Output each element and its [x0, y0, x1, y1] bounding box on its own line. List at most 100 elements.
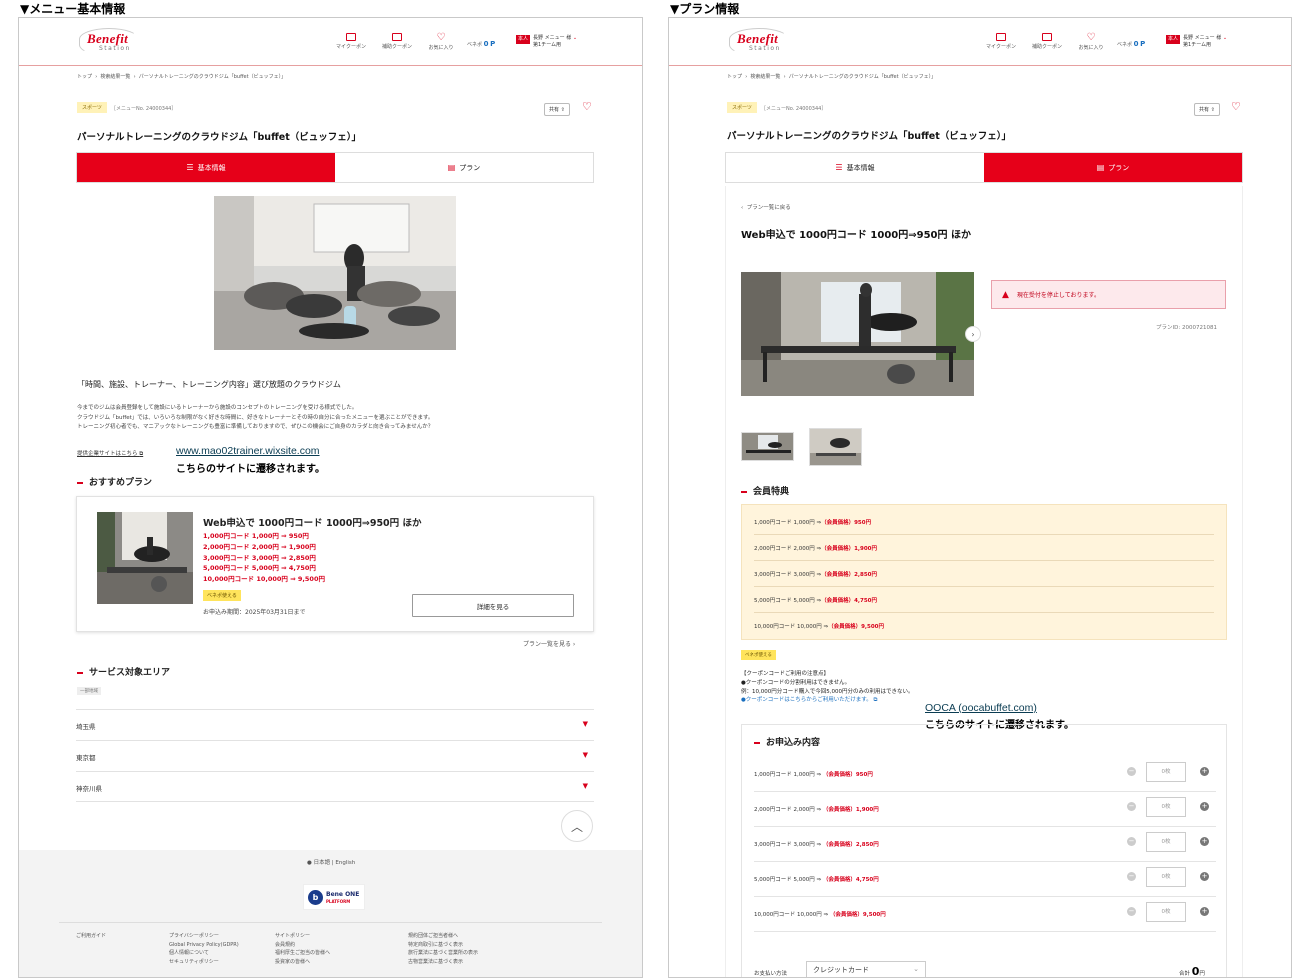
footer-link[interactable]: 投資家の皆様へ	[275, 958, 330, 967]
nav-label: 補助クーポン	[1031, 44, 1062, 50]
price-line: 3,000円コード 3,000円 ⇒ 2,850円	[203, 553, 316, 562]
favorite-heart-icon[interactable]: ♡	[582, 100, 592, 113]
benefit-price: （会員価格）9,500円	[828, 624, 885, 630]
footer-link[interactable]: Global Privacy Policy(GDPR)	[169, 941, 239, 950]
user-suffix: 様	[1216, 35, 1222, 41]
nav-favorites[interactable]: ♡ お気に入り	[423, 33, 459, 52]
footer-link[interactable]: セキュリティポリシー	[169, 958, 239, 967]
breadcrumb-top[interactable]: トップ	[77, 74, 92, 80]
plan-main-photo	[741, 272, 974, 396]
tab-basic-info[interactable]: ☰ 基本情報	[77, 153, 335, 182]
coupon-site-link[interactable]: ●クーポンコードはこちらからご利用いただけます。 ⧉	[741, 696, 914, 705]
scroll-to-top-button[interactable]: ︿	[561, 810, 593, 842]
application-heading: お申込み内容	[754, 735, 820, 748]
apply-code: 5,000円コード 5,000円 ⇒	[754, 877, 823, 883]
view-details-button[interactable]: 詳細を見る	[412, 594, 574, 617]
minus-icon[interactable]: −	[1127, 802, 1136, 811]
plus-icon[interactable]: +	[1200, 907, 1209, 916]
nav-label: お気に入り	[428, 45, 454, 51]
nav-subsidy-coupon[interactable]: 補助クーポン	[379, 33, 415, 50]
footer-link[interactable]: 古物営業法に基づく表示	[408, 958, 478, 967]
share-button[interactable]: 共有 ⇪	[544, 103, 570, 116]
gym-photo	[214, 196, 456, 350]
footer-link[interactable]: 福利厚生ご担当の皆様へ	[275, 949, 330, 958]
tab-plan[interactable]: ▤ プラン	[984, 153, 1242, 182]
plus-icon[interactable]: +	[1200, 802, 1209, 811]
back-to-plan-list-link[interactable]: ‹ プラン一覧に戻る	[741, 203, 791, 211]
apply-period: お申込み期間：2025年03月31日まで	[203, 609, 306, 616]
external-url[interactable]: OOCA (oocabuffet.com)	[925, 702, 1037, 714]
plan-photo	[97, 512, 193, 604]
recommended-plan-card: Web申込で 1000円コード 1000円⇒950円 ほか 1,000円コード …	[76, 496, 594, 632]
footer-link[interactable]: ご利用ガイド	[76, 932, 106, 941]
plus-icon[interactable]: +	[1200, 837, 1209, 846]
footer-link[interactable]: 特定商取引に基づく表示	[408, 941, 478, 950]
minus-icon[interactable]: −	[1127, 907, 1136, 916]
nav-my-coupon[interactable]: マイクーポン	[983, 33, 1019, 50]
total-amount: 合計 0円	[1179, 965, 1205, 977]
tab-plan[interactable]: ▤ プラン	[335, 153, 593, 182]
footer-link[interactable]: 会員規約	[275, 941, 330, 950]
photo-thumbnail-1[interactable]	[741, 432, 794, 461]
site-footer: ● 日本語 | English b Bene ONE PLATFORM ご利用ガイ…	[19, 850, 642, 977]
footer-link[interactable]: サイトポリシー	[275, 932, 330, 941]
nav-favorites[interactable]: ♡ お気に入り	[1073, 33, 1109, 52]
benefit-station-logo[interactable]: Benefit Station	[729, 28, 791, 56]
plan-info-panel: Benefit Station マイクーポン 補助クーポン ♡ お気に入り ベネポ…	[668, 17, 1292, 978]
site-header: Benefit Station マイクーポン 補助クーポン ♡ お気に入り ベネポ…	[19, 18, 642, 66]
list-icon: ☰	[835, 163, 843, 172]
area-row-tokyo[interactable]: 東京都 ▼	[76, 740, 594, 771]
plus-icon[interactable]: +	[1200, 872, 1209, 881]
apply-code: 3,000円コード 3,000円 ⇒	[754, 842, 823, 848]
quantity-input[interactable]: 0枚	[1146, 797, 1186, 817]
company-site-link[interactable]: 提供企業サイトはこちら ⧉	[77, 449, 143, 458]
benefit-station-logo[interactable]: Benefit Station	[79, 28, 141, 56]
category-chip: スポーツ	[77, 102, 107, 113]
apply-code: 1,000円コード 1,000円 ⇒	[754, 772, 823, 778]
minus-icon[interactable]: −	[1127, 837, 1136, 846]
application-row: 1,000円コード 1,000円 ⇒ （会員価格）950円 − 0枚 +	[754, 757, 1216, 792]
share-icon: ⇪	[1210, 107, 1215, 113]
plus-icon[interactable]: +	[1200, 767, 1209, 776]
breadcrumb-current: パーソナルトレーニングのクラウドジム「buffet（ビュッフェ）」	[788, 74, 937, 80]
coupon-link-label: ●クーポンコードはこちらからご利用いただけます。	[741, 697, 872, 704]
breadcrumb-search[interactable]: 検索結果一覧	[750, 74, 780, 80]
language-switch[interactable]: ● 日本語 | English	[307, 858, 355, 866]
nav-my-coupon[interactable]: マイクーポン	[333, 33, 369, 50]
breadcrumb-search[interactable]: 検索結果一覧	[100, 74, 130, 80]
bene-point[interactable]: ベネポ 0 P	[1117, 40, 1145, 48]
footer-link[interactable]: 旅行業法に基づく営業所の表示	[408, 949, 478, 958]
minus-icon[interactable]: −	[1127, 872, 1136, 881]
external-url[interactable]: www.mao02trainer.wixsite.com	[176, 445, 320, 457]
tab-basic-info[interactable]: ☰ 基本情報	[726, 153, 984, 182]
footer-link[interactable]: プライバシーポリシー	[169, 932, 239, 941]
minus-icon[interactable]: −	[1127, 767, 1136, 776]
benefit-price: （会員価格）950円	[821, 519, 872, 526]
payment-method-select[interactable]: クレジットカード ⌄	[806, 961, 926, 977]
footer-link[interactable]: 個人情報について	[169, 949, 239, 958]
language-label: 日本語 | English	[313, 860, 356, 866]
bene-point-value: 0	[1133, 40, 1139, 48]
photo-thumbnail-2[interactable]	[809, 428, 862, 466]
tab-label: プラン	[459, 163, 481, 172]
favorite-heart-icon[interactable]: ♡	[1231, 100, 1241, 113]
company-link-label: 提供企業サイトはこちら	[77, 451, 138, 457]
area-row-kanagawa[interactable]: 神奈川県 ▼	[76, 771, 594, 802]
area-row-saitama[interactable]: 埼玉県 ▼	[76, 709, 594, 740]
quantity-input[interactable]: 0枚	[1146, 832, 1186, 852]
plan-list-link[interactable]: プラン一覧を見る ›	[523, 639, 575, 648]
application-row: 5,000円コード 5,000円 ⇒ （会員価格）4,750円 − 0枚 +	[754, 862, 1216, 897]
quantity-input[interactable]: 0枚	[1146, 867, 1186, 887]
user-menu[interactable]: 本人 長野 メニュー 第1チーム用 様 ⌄	[1166, 35, 1227, 49]
menu-number: ［メニューNo. 24000344］	[761, 106, 827, 112]
quantity-input[interactable]: 0枚	[1146, 902, 1186, 922]
footer-link[interactable]: 規約団体ご担当者様へ	[408, 932, 478, 941]
share-button[interactable]: 共有 ⇪	[1194, 103, 1220, 116]
user-menu[interactable]: 本人 長野 メニュー 第1チーム用 様 ⌄	[516, 35, 577, 49]
benefit-code: 3,000円コード 3,000円 ⇒	[754, 571, 822, 578]
bene-point[interactable]: ベネポ 0 P	[467, 40, 495, 48]
quantity-input[interactable]: 0枚	[1146, 762, 1186, 782]
breadcrumb-top[interactable]: トップ	[727, 74, 742, 80]
nav-subsidy-coupon[interactable]: 補助クーポン	[1029, 33, 1065, 50]
next-photo-button[interactable]: ›	[965, 326, 981, 342]
